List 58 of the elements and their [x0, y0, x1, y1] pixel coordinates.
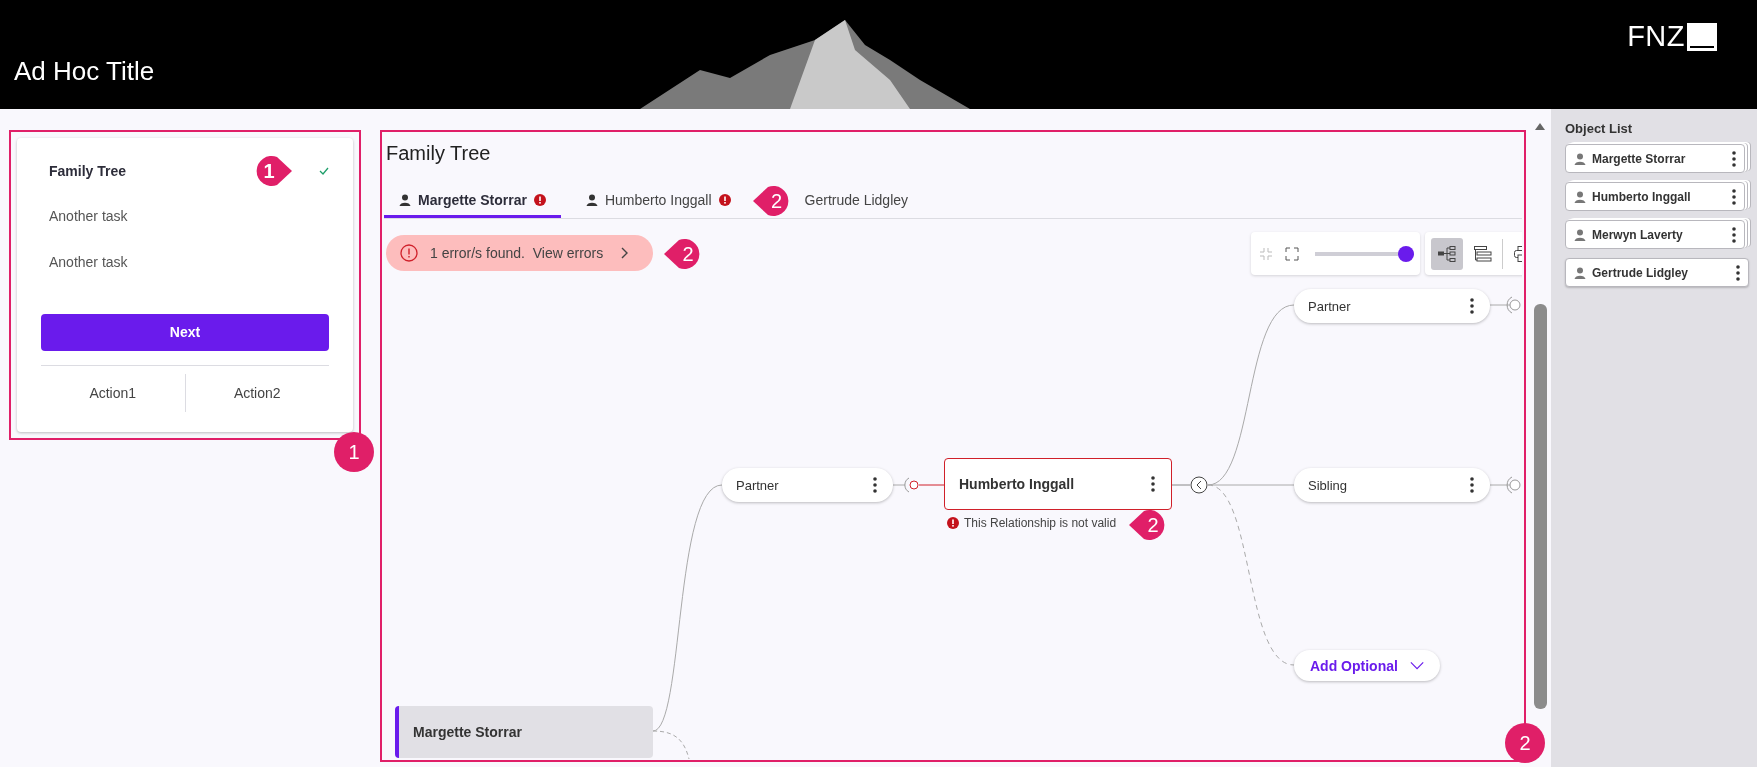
more-options-button[interactable] — [871, 475, 879, 495]
chevron-right-icon — [621, 247, 630, 259]
chevron-down-icon — [1409, 661, 1424, 670]
error-message: This Relationship is not valid — [964, 516, 1117, 530]
more-options-button[interactable] — [1149, 474, 1157, 494]
relation-node[interactable]: Sibling — [1294, 468, 1490, 502]
collapse-toggle-icon[interactable] — [1190, 476, 1208, 494]
connector-line — [1171, 484, 1191, 486]
person-icon — [1574, 228, 1586, 241]
list-icon — [1473, 245, 1492, 262]
connector-line — [918, 484, 945, 486]
person-icon — [585, 194, 598, 206]
action-button[interactable]: Action1 — [41, 374, 185, 411]
tree-view-button[interactable] — [1431, 237, 1463, 270]
hierarchy-icon — [1437, 245, 1456, 262]
relation-node[interactable]: Partner — [1294, 289, 1490, 323]
more-options-button[interactable] — [1468, 475, 1476, 495]
task-item[interactable]: Family Tree 1 — [41, 148, 329, 194]
more-options-button[interactable] — [1730, 186, 1738, 207]
error-icon — [400, 244, 418, 262]
connector-handle[interactable] — [1506, 296, 1521, 314]
relation-node[interactable]: Partner — [722, 468, 893, 502]
connector-handle[interactable] — [904, 477, 919, 493]
more-options-button[interactable] — [1468, 296, 1476, 316]
person-node[interactable]: Humberto Inggall — [944, 458, 1172, 510]
section-title: Family Tree — [386, 142, 492, 165]
annotation-marker: 2 — [1505, 723, 1545, 763]
person-tab[interactable]: Gertrude Lidgley — [789, 185, 924, 218]
connector-line — [892, 484, 906, 486]
more-options-button[interactable] — [1730, 148, 1738, 169]
person-icon — [399, 194, 411, 206]
slider-thumb[interactable] — [1398, 245, 1415, 262]
logo-mark-icon — [1687, 22, 1717, 51]
person-node[interactable]: Margette Storrar — [395, 706, 653, 758]
person-tab[interactable]: Margette Storrar — [384, 185, 561, 218]
scroll-up-icon[interactable] — [1535, 123, 1545, 130]
connector-line — [1489, 304, 1511, 306]
logo-text: FNZ — [1627, 20, 1685, 53]
panel-title: Object List — [1565, 121, 1634, 136]
person-icon — [1574, 266, 1586, 279]
task-item[interactable]: Another task — [41, 239, 329, 285]
person-icon — [1574, 152, 1586, 165]
object-item[interactable]: Gertrude Lidgley — [1565, 258, 1749, 287]
page-title: Ad Hoc Title — [14, 56, 155, 87]
more-options-button[interactable] — [1730, 224, 1738, 245]
more-options-button[interactable] — [1734, 262, 1742, 283]
person-tab[interactable]: Humberto Inggall — [570, 185, 746, 218]
error-banner[interactable]: 1 error/s found. View errors — [386, 235, 653, 271]
add-optional-button[interactable]: Add Optional — [1294, 650, 1440, 681]
annotation-marker: 1 — [334, 432, 374, 472]
connector-handle[interactable] — [1506, 476, 1521, 494]
action-button[interactable]: Action2 — [185, 374, 329, 411]
person-icon — [1574, 190, 1586, 203]
connector-line — [1489, 484, 1511, 486]
scrollbar-thumb[interactable] — [1533, 304, 1547, 709]
error-icon — [947, 517, 959, 529]
next-button[interactable]: Next — [41, 313, 329, 351]
task-item[interactable]: Another task — [41, 193, 329, 239]
